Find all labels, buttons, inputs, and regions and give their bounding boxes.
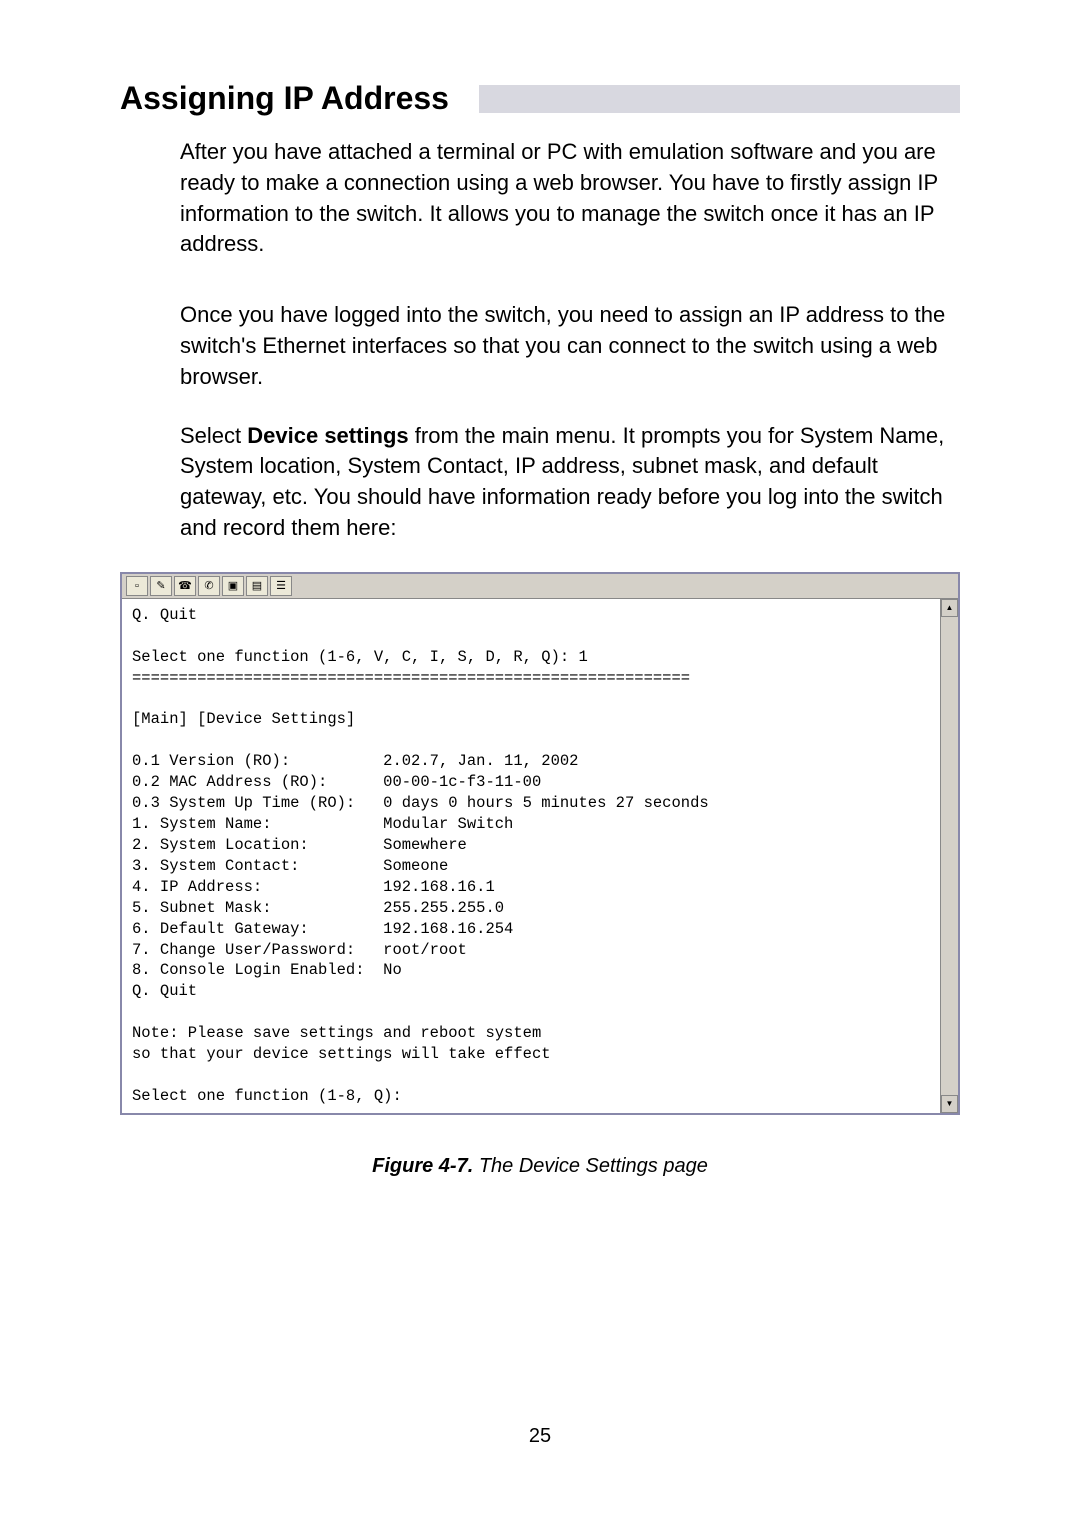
figure-text: The Device Settings page [473, 1155, 708, 1177]
figure-caption: Figure 4-7. The Device Settings page [120, 1155, 960, 1178]
t-line: Q. Quit [132, 982, 197, 1000]
t-line: Q. Quit [132, 606, 197, 624]
disconnect-icon[interactable]: ✆ [198, 576, 220, 596]
t-line: 7. Change User/Password: root/root [132, 941, 467, 959]
connect-icon[interactable]: ☎ [174, 576, 196, 596]
p3-pre: Select [180, 423, 247, 448]
scroll-up-icon[interactable]: ▲ [941, 599, 958, 617]
t-line: 4. IP Address: 192.168.16.1 [132, 878, 495, 896]
scrollbar[interactable]: ▲ ▼ [940, 599, 958, 1113]
t-line: 0.2 MAC Address (RO): 00-00-1c-f3-11-00 [132, 773, 541, 791]
heading-decor-bar [479, 85, 960, 113]
terminal-content: Q. Quit Select one function (1-6, V, C, … [122, 599, 940, 1113]
t-line: 2. System Location: Somewhere [132, 836, 467, 854]
terminal-window: ▫ ✎ ☎ ✆ ▣ ▤ ☰ Q. Quit Select one functio… [120, 572, 960, 1115]
t-line: 3. System Contact: Someone [132, 857, 448, 875]
paragraph-3: Select Device settings from the main men… [180, 421, 960, 544]
open-icon[interactable]: ✎ [150, 576, 172, 596]
t-line: 5. Subnet Mask: 255.255.255.0 [132, 899, 504, 917]
t-line: Select one function (1-6, V, C, I, S, D,… [132, 648, 588, 666]
page-number: 25 [120, 1425, 960, 1448]
paragraph-2: Once you have logged into the switch, yo… [180, 300, 960, 392]
figure-label: Figure 4-7. [372, 1155, 473, 1177]
props-icon[interactable]: ☰ [270, 576, 292, 596]
section-heading: Assigning IP Address [120, 80, 449, 117]
t-line: 6. Default Gateway: 192.168.16.254 [132, 920, 513, 938]
t-line: Select one function (1-8, Q): [132, 1087, 402, 1105]
paragraph-1: After you have attached a terminal or PC… [180, 137, 960, 260]
t-line: 0.1 Version (RO): 2.02.7, Jan. 11, 2002 [132, 752, 578, 770]
t-line: 1. System Name: Modular Switch [132, 815, 513, 833]
receive-icon[interactable]: ▤ [246, 576, 268, 596]
new-icon[interactable]: ▫ [126, 576, 148, 596]
send-icon[interactable]: ▣ [222, 576, 244, 596]
t-line: 8. Console Login Enabled: No [132, 961, 402, 979]
t-line: ========================================… [132, 669, 690, 687]
t-line: 0.3 System Up Time (RO): 0 days 0 hours … [132, 794, 709, 812]
terminal-toolbar: ▫ ✎ ☎ ✆ ▣ ▤ ☰ [122, 574, 958, 599]
p3-bold: Device settings [247, 423, 408, 448]
t-line: Note: Please save settings and reboot sy… [132, 1024, 541, 1042]
t-line: so that your device settings will take e… [132, 1045, 551, 1063]
scroll-down-icon[interactable]: ▼ [941, 1095, 958, 1113]
t-line: [Main] [Device Settings] [132, 710, 355, 728]
